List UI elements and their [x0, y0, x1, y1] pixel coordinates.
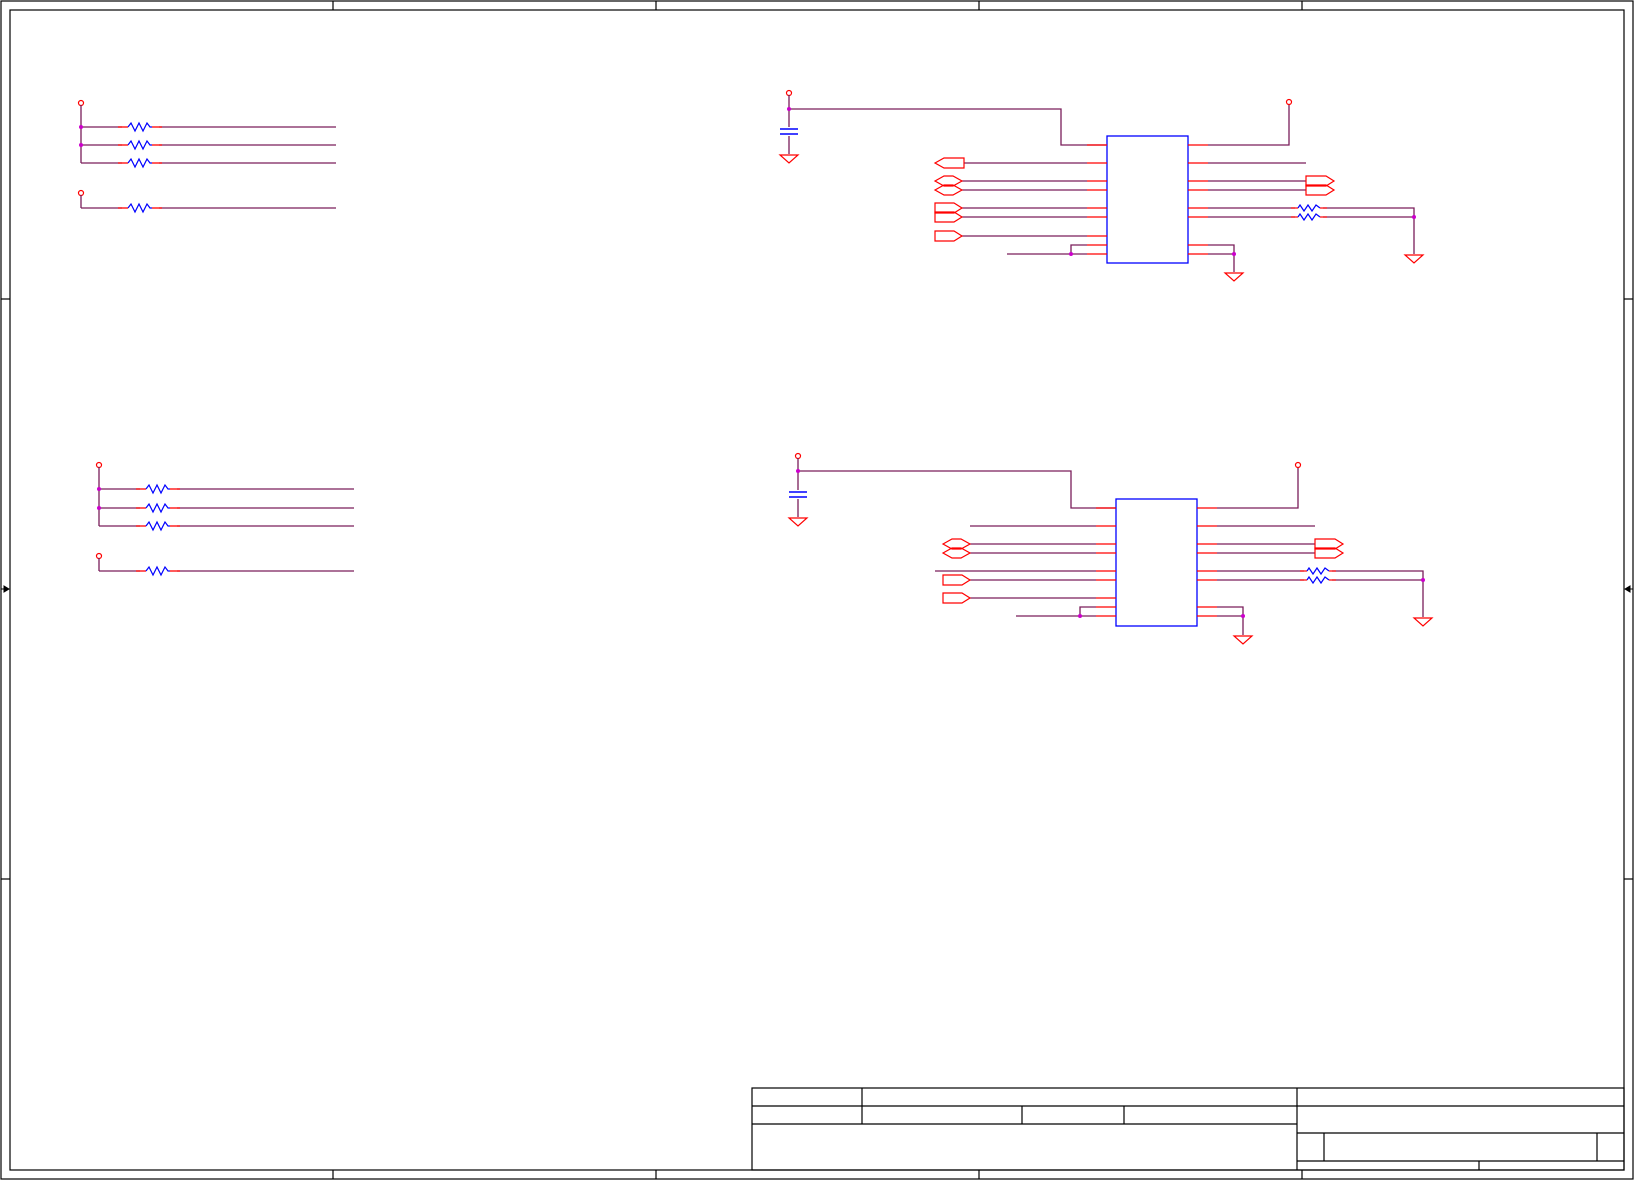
- junction-dot: [79, 125, 83, 129]
- capacitor: [789, 491, 807, 498]
- junction-dot: [1421, 578, 1425, 582]
- port-input: [942, 574, 972, 586]
- power-port: [77, 99, 85, 107]
- power-port: [1285, 98, 1293, 106]
- ground-symbol: [787, 517, 809, 527]
- sheet-frame: [0, 0, 1634, 1180]
- power-port: [785, 89, 793, 97]
- schematic-sheet: [0, 0, 1634, 1180]
- ground-symbol: [1232, 635, 1254, 645]
- junction-dot: [1069, 252, 1073, 256]
- junction-dot: [1412, 215, 1416, 219]
- power-port: [1294, 461, 1302, 469]
- resistor: [127, 139, 152, 151]
- junction-dot: [787, 107, 791, 111]
- ic-block-b: [787, 452, 1434, 645]
- port-input: [934, 230, 964, 242]
- ic-body: [1115, 498, 1198, 627]
- capacitor: [780, 128, 798, 135]
- resistor: [127, 121, 152, 133]
- ground-symbol: [1403, 254, 1425, 264]
- ground-symbol: [1412, 617, 1434, 627]
- pullup-group-a: [77, 99, 336, 214]
- port-input: [942, 592, 972, 604]
- ground-symbol: [778, 154, 800, 164]
- junction-dot: [1241, 614, 1245, 618]
- power-port: [95, 461, 103, 469]
- resistor: [1306, 566, 1330, 576]
- title-block: [751, 1087, 1625, 1171]
- resistor: [145, 565, 170, 577]
- resistor: [145, 520, 170, 532]
- junction-dot: [97, 506, 101, 510]
- ground-symbol: [1223, 272, 1245, 282]
- junction-dot: [79, 143, 83, 147]
- junction-dot: [1078, 614, 1082, 618]
- center-marker-arrows: [1, 585, 1633, 593]
- power-port: [95, 552, 103, 560]
- pullup-group-b: [95, 461, 354, 577]
- junction-dot: [97, 487, 101, 491]
- junction-dot: [796, 469, 800, 473]
- ic-body: [1106, 135, 1189, 264]
- resistor: [127, 202, 152, 214]
- junction-dot: [1232, 252, 1236, 256]
- resistor: [1297, 203, 1321, 213]
- port-output: [933, 157, 965, 169]
- resistor: [1306, 575, 1330, 585]
- resistor: [145, 483, 170, 495]
- power-port: [794, 452, 802, 460]
- resistor: [1297, 212, 1321, 222]
- ic-block-a: [778, 89, 1425, 282]
- power-port: [77, 189, 85, 197]
- resistor: [127, 157, 152, 169]
- resistor: [145, 502, 170, 514]
